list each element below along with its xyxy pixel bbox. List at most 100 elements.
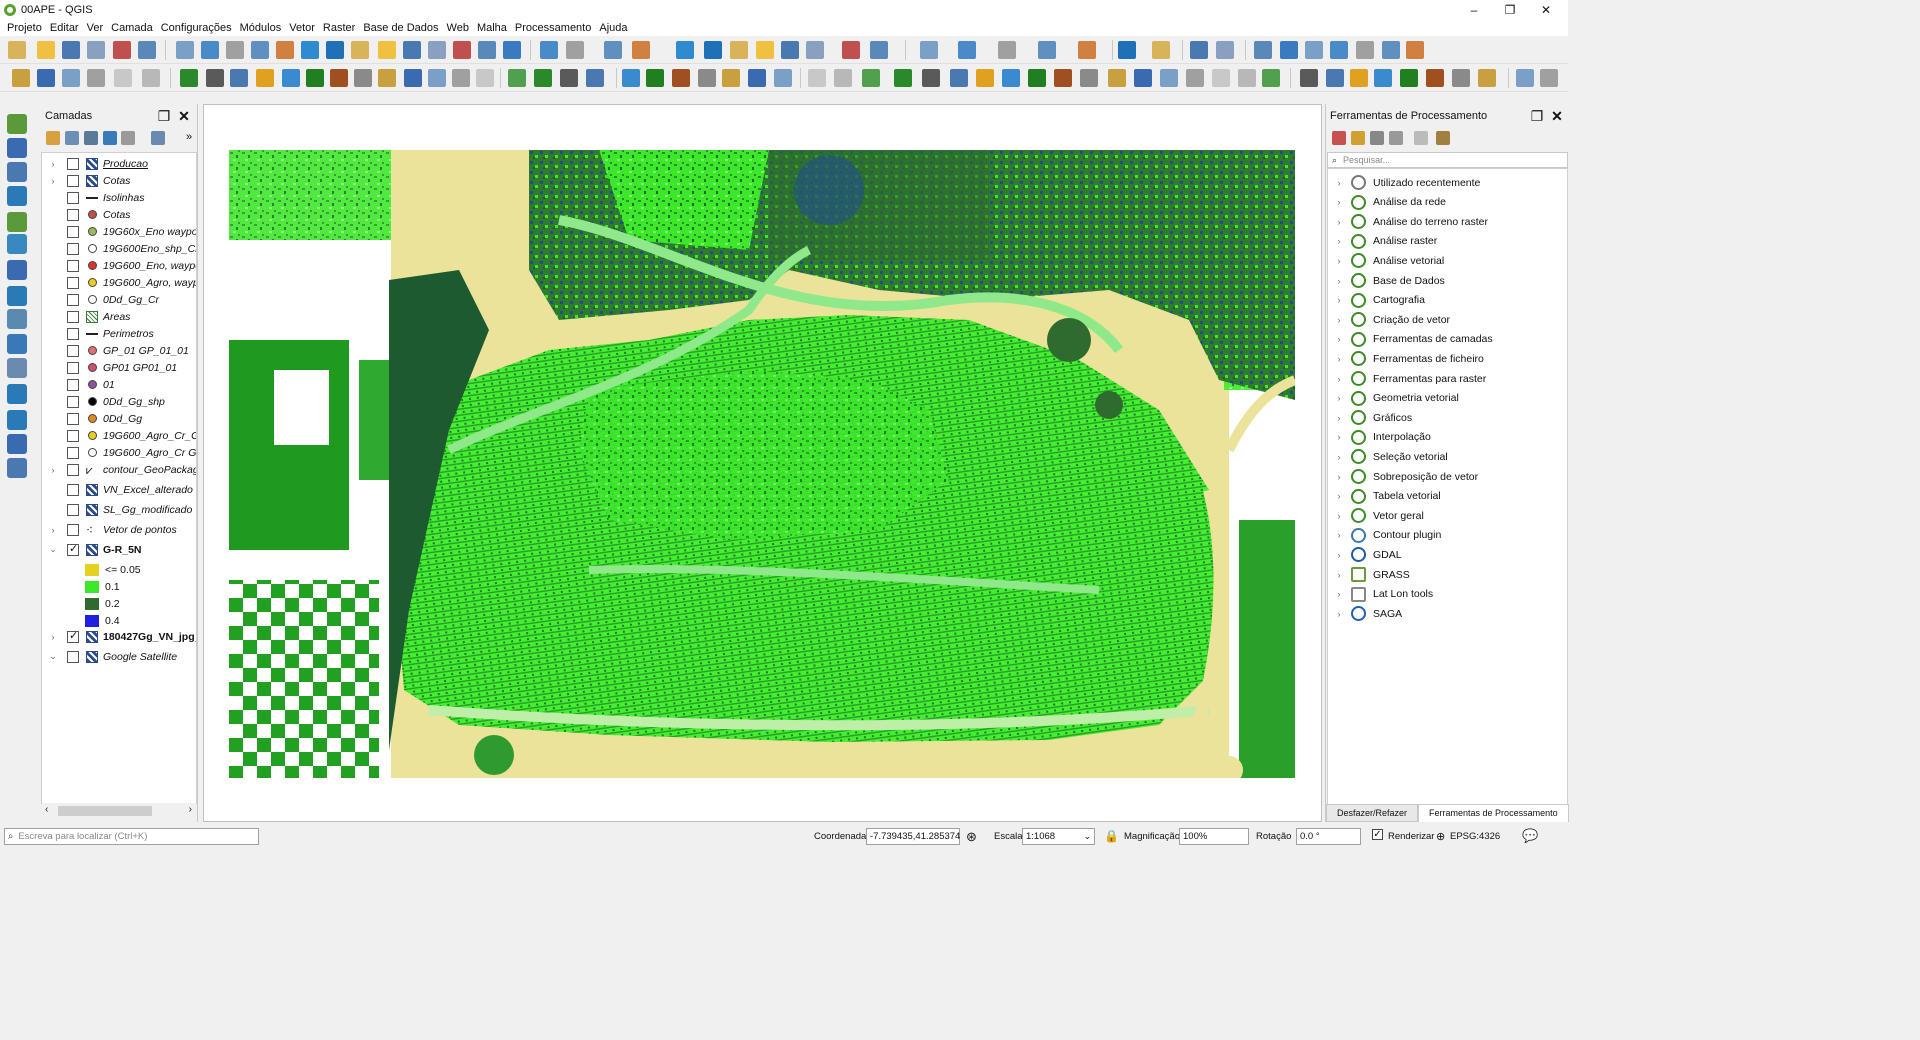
- expand-arrow-icon[interactable]: ⌄: [47, 651, 59, 662]
- toolbar1-tool-icon[interactable]: [566, 41, 584, 59]
- layer-visibility-checkbox[interactable]: [67, 378, 79, 391]
- add-layer-icon[interactable]: [7, 138, 27, 158]
- toolbar1-tool-icon[interactable]: [276, 41, 294, 59]
- toolbar2-tool-icon[interactable]: [1426, 69, 1444, 87]
- toolbar1-tool-icon[interactable]: [37, 41, 55, 59]
- toolbar2-tool-icon[interactable]: [950, 69, 968, 87]
- toolbar1-tool-icon[interactable]: [251, 41, 269, 59]
- toolbar2-tool-icon[interactable]: [256, 69, 274, 87]
- toolbar2-tool-icon[interactable]: [330, 69, 348, 87]
- toolbar1-tool-icon[interactable]: [1152, 41, 1170, 59]
- expand-arrow-icon[interactable]: ›: [47, 159, 59, 169]
- processing-group[interactable]: › Tabela vetorial: [1328, 487, 1441, 506]
- expand-arrow-icon[interactable]: ›: [1334, 491, 1344, 501]
- layer-row[interactable]: 01: [42, 376, 196, 393]
- menu-item[interactable]: Malha: [477, 22, 507, 34]
- toolbar2-tool-icon[interactable]: [1212, 69, 1230, 87]
- scroll-thumb[interactable]: [58, 806, 152, 816]
- toolbar2-tool-icon[interactable]: [748, 69, 766, 87]
- toolbar2-tool-icon[interactable]: [1350, 69, 1368, 87]
- layer-visibility-checkbox[interactable]: [67, 191, 79, 204]
- toolbar2-tool-icon[interactable]: [1134, 69, 1152, 87]
- expand-arrow-icon[interactable]: ›: [1334, 256, 1344, 266]
- menu-item[interactable]: Editar: [50, 22, 79, 34]
- toolbar1-tool-icon[interactable]: [503, 41, 521, 59]
- toolbar1-tool-icon[interactable]: [62, 41, 80, 59]
- toolbar1-tool-icon[interactable]: [870, 41, 888, 59]
- layer-visibility-checkbox[interactable]: [67, 412, 79, 425]
- toolbar2-tool-icon[interactable]: [1262, 69, 1280, 87]
- toolbar1-tool-icon[interactable]: [920, 41, 938, 59]
- toolbar1-tool-icon[interactable]: [1254, 41, 1272, 59]
- toolbar1-tool-icon[interactable]: [201, 41, 219, 59]
- add-layer-icon[interactable]: [7, 186, 27, 206]
- toolbar1-tool-icon[interactable]: [1382, 41, 1400, 59]
- processing-group[interactable]: › Análise vetorial: [1328, 251, 1444, 270]
- layer-visibility-checkbox[interactable]: [67, 361, 79, 374]
- close-button[interactable]: ✕: [1524, 0, 1568, 19]
- expand-arrow-icon[interactable]: ›: [1334, 236, 1344, 246]
- layer-visibility-checkbox[interactable]: [67, 225, 79, 238]
- toolbar2-tool-icon[interactable]: [1186, 69, 1204, 87]
- toolbar1-tool-icon[interactable]: [1038, 41, 1056, 59]
- expand-arrow-icon[interactable]: ›: [1334, 217, 1344, 227]
- layer-row[interactable]: GP_01 GP_01_01: [42, 342, 196, 359]
- expand-arrow-icon[interactable]: ›: [1334, 609, 1344, 619]
- crs-label[interactable]: EPSG:4326: [1450, 831, 1500, 842]
- toolbar2-tool-icon[interactable]: [1516, 69, 1534, 87]
- toolbar2-tool-icon[interactable]: [774, 69, 792, 87]
- processing-group[interactable]: › Ferramentas para raster: [1328, 369, 1486, 388]
- toolbar2-tool-icon[interactable]: [808, 69, 826, 87]
- add-layer-icon[interactable]: [7, 358, 27, 378]
- add-layer-icon[interactable]: [7, 162, 27, 182]
- toolbar2-tool-icon[interactable]: [672, 69, 690, 87]
- expand-arrow-icon[interactable]: ›: [47, 465, 59, 475]
- processing-group[interactable]: › Vetor geral: [1328, 506, 1424, 525]
- processing-search-input[interactable]: ⌕ Pesquisar...: [1327, 152, 1568, 168]
- processing-group[interactable]: › Ferramentas de ficheiro: [1328, 349, 1484, 368]
- add-layer-icon[interactable]: [7, 384, 27, 404]
- add-layer-icon[interactable]: [7, 212, 27, 232]
- toolbar2-tool-icon[interactable]: [560, 69, 578, 87]
- toolbar1-tool-icon[interactable]: [176, 41, 194, 59]
- layer-visibility-checkbox[interactable]: [67, 542, 79, 556]
- processing-group[interactable]: › Sobreposição de vetor: [1328, 467, 1478, 486]
- toolbar2-tool-icon[interactable]: [922, 69, 940, 87]
- layer-visibility-checkbox[interactable]: [67, 157, 79, 170]
- toolbar1-tool-icon[interactable]: [806, 41, 824, 59]
- layer-visibility-checkbox[interactable]: [67, 242, 79, 255]
- layer-row[interactable]: › Cotas: [42, 172, 196, 189]
- layer-row[interactable]: Isolinhas: [42, 189, 196, 206]
- processing-group[interactable]: › Ferramentas de camadas: [1328, 330, 1493, 349]
- menu-item[interactable]: Raster: [323, 22, 355, 34]
- layer-visibility-checkbox[interactable]: [67, 523, 79, 536]
- undock-icon[interactable]: ❐: [155, 107, 173, 125]
- toolbar1-tool-icon[interactable]: [1216, 41, 1234, 59]
- toolbar1-tool-icon[interactable]: [781, 41, 799, 59]
- expand-arrow-icon[interactable]: ›: [1334, 374, 1344, 384]
- processing-group[interactable]: › SAGA: [1328, 604, 1402, 623]
- processing-group[interactable]: › Seleção vetorial: [1328, 447, 1448, 466]
- toolbar2-tool-icon[interactable]: [834, 69, 852, 87]
- toolbar2-tool-icon[interactable]: [586, 69, 604, 87]
- toolbar2-tool-icon[interactable]: [142, 69, 160, 87]
- toolbar1-tool-icon[interactable]: [138, 41, 156, 59]
- processing-group[interactable]: › Cartografia: [1328, 291, 1425, 310]
- add-layer-icon[interactable]: [7, 458, 27, 478]
- toolbar1-tool-icon[interactable]: [351, 41, 369, 59]
- expand-arrow-icon[interactable]: ›: [47, 632, 59, 642]
- expand-arrow-icon[interactable]: ›: [1334, 472, 1344, 482]
- expand-arrow-icon[interactable]: ›: [1334, 432, 1344, 442]
- layer-visibility-checkbox[interactable]: [67, 293, 79, 306]
- toolbar2-tool-icon[interactable]: [452, 69, 470, 87]
- layer-row[interactable]: 19G600_Agro_Cr_Gg: [42, 427, 196, 444]
- toolbar1-tool-icon[interactable]: [1406, 41, 1424, 59]
- toolbar2-tool-icon[interactable]: [1478, 69, 1496, 87]
- add-layer-icon[interactable]: [7, 410, 27, 430]
- toolbar2-tool-icon[interactable]: [428, 69, 446, 87]
- toolbar1-tool-icon[interactable]: [632, 41, 650, 59]
- toolbar2-tool-icon[interactable]: [230, 69, 248, 87]
- layer-row[interactable]: Perimetros: [42, 325, 196, 342]
- layer-visibility-checkbox[interactable]: [67, 650, 79, 663]
- toolbar2-tool-icon[interactable]: [87, 69, 105, 87]
